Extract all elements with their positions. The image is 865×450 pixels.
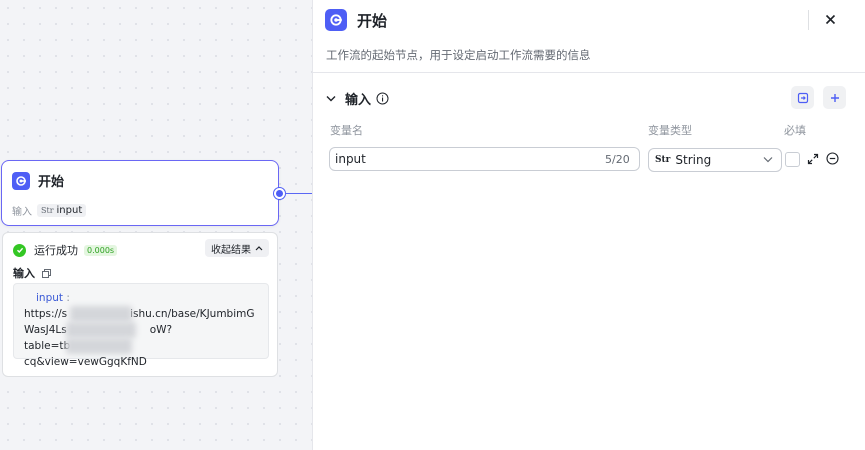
- result-input-key-line: input :: [36, 292, 70, 304]
- redacted-block: [66, 322, 136, 338]
- run-status: 运行成功 0.000s: [13, 242, 118, 258]
- result-value-line-3: table=tbcq&view=vewGgqKfND: [24, 340, 147, 368]
- panel-divider: [313, 72, 865, 73]
- check-circle-icon: [13, 243, 26, 257]
- input-variable-tag: Str input: [37, 204, 87, 217]
- panel-description: 工作流的起始节点，用于设定启动工作流需要的信息: [326, 48, 591, 62]
- result-input-label: 输入: [13, 267, 35, 280]
- chevron-up-icon: [255, 246, 263, 251]
- header-divider: [808, 10, 809, 30]
- start-node-input-label: 输入: [12, 207, 32, 218]
- start-node-header: 开始: [12, 171, 64, 190]
- variable-name-input[interactable]: [329, 147, 640, 171]
- import-button[interactable]: [791, 86, 814, 109]
- input-section-header[interactable]: 输入: [326, 89, 389, 108]
- chevron-down-icon[interactable]: [326, 95, 336, 102]
- redacted-block: [70, 306, 132, 322]
- copy-icon[interactable]: [42, 268, 51, 278]
- result-value-line-2: WasJ4Ls oW?: [24, 324, 173, 336]
- input-section-title: 输入: [345, 93, 372, 108]
- string-type-icon: Str: [655, 155, 671, 165]
- chevron-down-icon: [763, 157, 773, 163]
- required-checkbox[interactable]: [785, 152, 800, 167]
- run-status-text: 运行成功: [34, 244, 78, 257]
- panel-title[interactable]: 开始: [357, 10, 387, 31]
- run-result-card: 运行成功 0.000s 收起结果 输入 input : https://s ish…: [2, 232, 278, 377]
- start-node-output-handle[interactable]: [274, 188, 285, 199]
- result-input-key: input: [36, 292, 64, 304]
- input-variable-name: input: [56, 205, 83, 216]
- result-value-line-1: https://s ishu.cn/base/KJumbimG: [24, 308, 255, 320]
- add-variable-button[interactable]: [823, 86, 846, 109]
- start-node-title: 开始: [38, 175, 65, 190]
- result-input-heading: 输入: [13, 265, 51, 281]
- run-duration-badge: 0.000s: [84, 244, 118, 256]
- column-header-required: 必填: [784, 124, 806, 137]
- close-button[interactable]: [822, 11, 838, 27]
- variable-type-select[interactable]: Str String: [648, 148, 782, 172]
- node-config-panel: 开始 工作流的起始节点，用于设定启动工作流需要的信息 输入 变量名 变量类型 必…: [312, 0, 865, 450]
- import-icon: [797, 92, 808, 103]
- start-node[interactable]: 开始 输入 Str input: [1, 160, 279, 226]
- collapse-result-label: 收起结果: [211, 244, 251, 256]
- redacted-block: [66, 338, 132, 354]
- close-icon: [825, 14, 835, 24]
- result-input-value: input : https://s ishu.cn/base/KJumbimG W…: [13, 283, 269, 368]
- string-type-icon: Str: [41, 206, 54, 215]
- collapse-result-button[interactable]: 收起结果: [205, 239, 269, 257]
- info-icon[interactable]: [376, 92, 389, 105]
- variable-type-value: String: [675, 153, 712, 167]
- column-header-type: 变量类型: [648, 124, 692, 137]
- expand-icon[interactable]: [807, 153, 819, 165]
- connection-edge[interactable]: [285, 193, 312, 194]
- workflow-start-icon: [12, 171, 30, 190]
- minus-circle-icon[interactable]: [826, 152, 839, 165]
- workflow-start-icon: [325, 9, 347, 31]
- plus-icon: [830, 93, 839, 102]
- char-counter: 5/20: [605, 153, 630, 166]
- panel-header: 开始: [325, 9, 387, 31]
- start-node-inputs: 输入 Str input: [12, 203, 87, 218]
- column-header-name: 变量名: [330, 124, 363, 137]
